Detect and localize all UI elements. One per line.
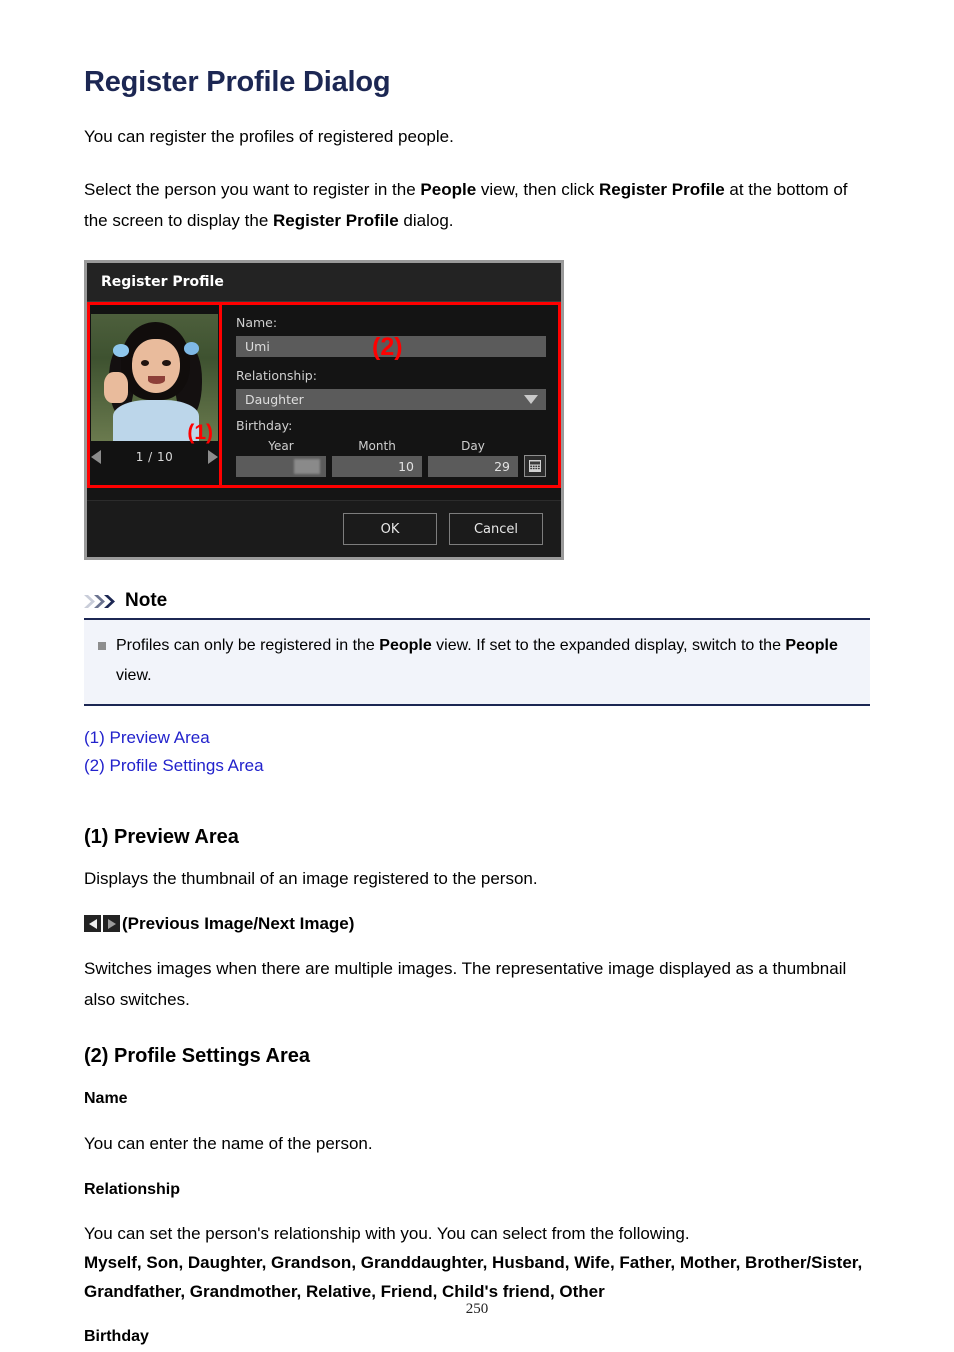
note-header: Note	[84, 590, 870, 612]
day-input[interactable]: 29	[428, 455, 518, 477]
day-header: Day	[461, 439, 485, 453]
arrows-caption: (Previous Image/Next Image)	[122, 914, 355, 933]
arrows-description: Switches images when there are multiple …	[84, 959, 847, 1009]
dialog-titlebar: Register Profile	[87, 263, 561, 302]
section-heading-preview-area: (1) Preview Area	[84, 826, 239, 848]
note-part1: Profiles can only be registered in the	[116, 637, 380, 654]
page-number: 250	[465, 1301, 489, 1317]
instruction-part2: view, then click	[476, 180, 599, 199]
month-input[interactable]: 10	[332, 455, 422, 477]
name-description: You can enter the name of the person.	[84, 1134, 373, 1153]
subheading-relationship: Relationship	[84, 1181, 181, 1198]
section-heading-profile-settings: (2) Profile Settings Area	[84, 1045, 310, 1067]
callout-marker-1: (1)	[187, 421, 213, 444]
next-image-icon	[103, 915, 120, 932]
register-profile-dialog-screenshot: Register Profile 1 / 10 (1) Name: Umi Re…	[84, 260, 564, 560]
bullet-icon	[98, 642, 106, 650]
document-page: Register Profile Dialog You can register…	[0, 0, 954, 1350]
month-header: Month	[358, 439, 396, 453]
cancel-button[interactable]: Cancel	[449, 513, 543, 545]
image-counter: 1 / 10	[135, 450, 174, 464]
note-bold-people-2: People	[785, 637, 838, 654]
intro-paragraph: You can register the profiles of registe…	[84, 127, 454, 146]
relationship-description: You can set the person's relationship wi…	[84, 1224, 690, 1243]
relationship-options-list: Myself, Son, Daughter, Grandson, Grandda…	[84, 1253, 863, 1301]
calendar-icon-button[interactable]	[524, 455, 546, 477]
year-header: Year	[268, 439, 294, 453]
note-content-box: Profiles can only be registered in the P…	[84, 618, 870, 706]
redacted-digits	[294, 458, 320, 474]
arrows-caption-line: (Previous Image/Next Image)	[84, 894, 870, 939]
instruction-part4: dialog.	[398, 211, 454, 230]
preview-navigation: 1 / 10	[91, 450, 218, 464]
relationship-label: Relationship:	[236, 368, 317, 383]
note-part2: view. If set to the expanded display, sw…	[431, 637, 786, 654]
calendar-icon	[529, 460, 541, 472]
birthday-label: Birthday:	[236, 418, 293, 433]
note-title: Note	[125, 590, 168, 611]
anchor-links: (1) Preview Area (2) Profile Settings Ar…	[84, 724, 870, 780]
note-block: Note Profiles can only be registered in …	[84, 590, 870, 706]
preview-area: 1 / 10 (1)	[87, 302, 222, 488]
dialog-body: 1 / 10 (1) Name: Umi Relationship: Daugh…	[87, 302, 561, 500]
year-input[interactable]: 20	[236, 455, 326, 477]
next-image-button[interactable]	[207, 450, 218, 464]
birthday-inputs-row: 20 10 29	[236, 455, 546, 477]
ok-button[interactable]: OK	[343, 513, 437, 545]
relationship-selected-value: Daughter	[245, 392, 304, 407]
subheading-name: Name	[84, 1090, 128, 1107]
note-list-item: Profiles can only be registered in the P…	[94, 631, 860, 691]
instruction-paragraph: Select the person you want to register i…	[84, 152, 870, 236]
birthday-column-headers: Year Month Day	[236, 439, 546, 453]
profile-settings-area: Name: Umi Relationship: Daughter Birthda…	[222, 302, 561, 488]
dialog-title: Register Profile	[101, 274, 224, 290]
page-title: Register Profile Dialog	[84, 66, 391, 98]
instruction-part1: Select the person you want to register i…	[84, 180, 421, 199]
instruction-bold-people: People	[420, 180, 477, 199]
chevron-down-icon	[524, 395, 538, 404]
name-label: Name:	[236, 315, 278, 330]
link-preview-area[interactable]: (1) Preview Area	[84, 724, 870, 752]
note-part3: view.	[116, 667, 152, 684]
instruction-bold-register-profile-2: Register Profile	[273, 211, 399, 230]
note-bold-people-1: People	[379, 637, 432, 654]
note-chevrons-icon	[84, 594, 118, 609]
dialog-footer: OK Cancel	[87, 500, 561, 557]
previous-image-button[interactable]	[91, 450, 101, 464]
subheading-birthday: Birthday	[84, 1328, 149, 1345]
previous-image-icon	[84, 915, 101, 932]
relationship-select[interactable]: Daughter	[236, 389, 546, 410]
callout-marker-2: (2)	[372, 333, 403, 361]
note-text: Profiles can only be registered in the P…	[116, 631, 860, 691]
link-profile-settings-area[interactable]: (2) Profile Settings Area	[84, 752, 870, 780]
instruction-bold-register-profile: Register Profile	[599, 180, 725, 199]
preview-area-description: Displays the thumbnail of an image regis…	[84, 869, 538, 888]
